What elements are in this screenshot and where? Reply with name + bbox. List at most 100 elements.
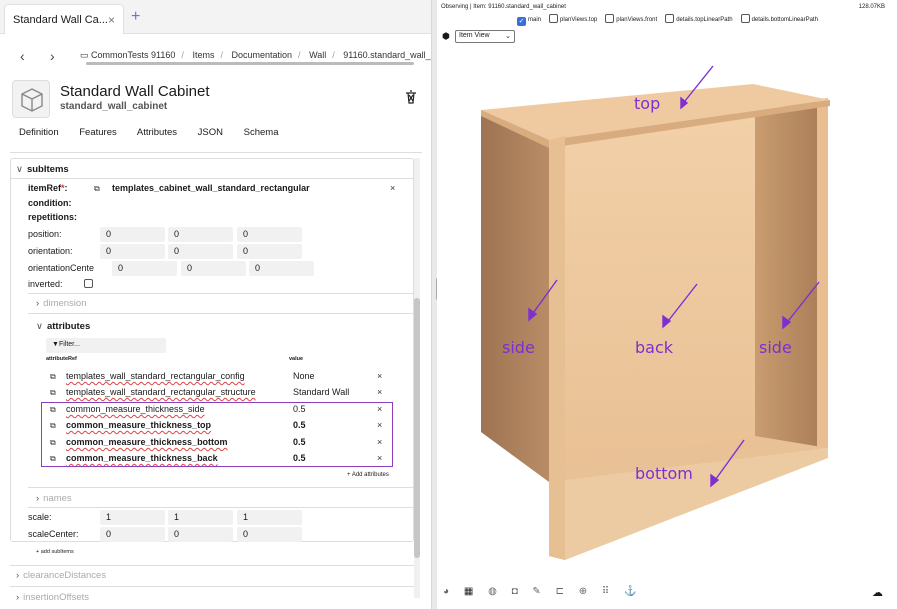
- front-edge: [549, 136, 565, 560]
- position-label: position:: [28, 229, 62, 239]
- box-icon[interactable]: ◘: [512, 586, 518, 597]
- cabinet-3d-view[interactable]: [437, 0, 897, 609]
- sub-tabs: Definition Features Attributes JSON Sche…: [19, 127, 297, 138]
- tab-close-icon[interactable]: ×: [108, 13, 115, 27]
- external-link-icon[interactable]: ⧉: [50, 372, 56, 382]
- anchor-icon[interactable]: ⚓: [624, 586, 636, 597]
- repetitions-label: repetitions:: [28, 212, 78, 222]
- scale-x-input[interactable]: 1: [100, 510, 165, 525]
- tab-standard-wall-cabinet[interactable]: Standard Wall Ca... ×: [4, 4, 124, 34]
- new-tab-button[interactable]: +: [131, 8, 140, 26]
- highlight-box: [41, 402, 393, 467]
- col-attributeref: attributeRef: [46, 356, 77, 362]
- attribute-value[interactable]: Standard Wall: [293, 387, 349, 397]
- annotation-side-left: side: [502, 338, 535, 357]
- tab-bar: Standard Wall Ca... × +: [0, 0, 431, 34]
- tab-json[interactable]: JSON: [198, 127, 223, 138]
- divider: [10, 152, 422, 153]
- breadcrumb-item[interactable]: 91160.standard_wall_c: [343, 50, 431, 60]
- crop-icon[interactable]: ⊏: [556, 586, 564, 597]
- page-title: Standard Wall Cabinet: [60, 83, 210, 100]
- attribute-name[interactable]: templates_wall_standard_rectangular_stru…: [66, 387, 256, 397]
- orientation-center-label: orientationCente: [28, 263, 95, 273]
- orientation-z-input[interactable]: 0: [237, 244, 302, 259]
- scale-z-input[interactable]: 1: [237, 510, 302, 525]
- remove-itemref-icon[interactable]: ×: [390, 183, 395, 193]
- document-icon: ▭: [80, 50, 89, 60]
- itemref-label: itemRef: [28, 183, 62, 193]
- grid-icon[interactable]: ▦: [464, 586, 473, 597]
- palette-icon[interactable]: ◕: [443, 586, 449, 597]
- orientation-center-x-input[interactable]: 0: [112, 261, 177, 276]
- inverted-label: inverted:: [28, 279, 63, 289]
- tab-attributes[interactable]: Attributes: [137, 127, 177, 138]
- editor-panel: Standard Wall Ca... × + ‹ › ▭ CommonTest…: [0, 0, 432, 609]
- add-subitems-button[interactable]: + add subItems: [36, 549, 74, 555]
- item-avatar: [12, 80, 50, 118]
- page-subtitle: standard_wall_cabinet: [60, 101, 168, 112]
- external-link-icon[interactable]: ⧉: [94, 184, 100, 194]
- target-icon[interactable]: ⊕: [579, 586, 587, 597]
- scale-center-label: scaleCenter:: [28, 529, 79, 539]
- scale-y-input[interactable]: 1: [168, 510, 233, 525]
- tab-title: Standard Wall Ca...: [13, 14, 108, 26]
- remove-attribute-icon[interactable]: ×: [377, 387, 382, 397]
- vertical-scrollbar[interactable]: [414, 158, 420, 598]
- filter-icon: ▼: [52, 341, 59, 348]
- remove-attribute-icon[interactable]: ×: [377, 371, 382, 381]
- add-attributes-button[interactable]: + Add attributes: [347, 472, 389, 478]
- dimension-section[interactable]: › dimension: [36, 298, 86, 309]
- compass-icon[interactable]: ◍: [488, 586, 497, 597]
- breadcrumb-scrollbar[interactable]: [86, 62, 414, 65]
- annotation-bottom: bottom: [635, 464, 693, 483]
- position-x-input[interactable]: 0: [100, 227, 165, 242]
- filter-input[interactable]: ▼Filter...: [46, 338, 166, 353]
- itemref-row: itemRef*:: [28, 183, 68, 193]
- breadcrumb: ▭ CommonTests 91160/ Items / Documentatio…: [80, 50, 431, 61]
- breadcrumb-item[interactable]: Wall: [309, 50, 326, 60]
- tab-features[interactable]: Features: [79, 127, 117, 138]
- scale-label: scale:: [28, 512, 52, 522]
- subitems-header[interactable]: ∨ subItems: [16, 164, 69, 175]
- orientation-y-input[interactable]: 0: [168, 244, 233, 259]
- back-icon[interactable]: ‹: [20, 48, 25, 64]
- breadcrumb-item[interactable]: Items: [192, 50, 214, 60]
- annotation-top: top: [634, 94, 661, 113]
- annotation-side-right: side: [759, 338, 792, 357]
- position-z-input[interactable]: 0: [237, 227, 302, 242]
- forward-icon[interactable]: ›: [50, 48, 55, 64]
- breadcrumb-item[interactable]: Documentation: [231, 50, 292, 60]
- position-y-input[interactable]: 0: [168, 227, 233, 242]
- cloud-download-icon[interactable]: ☁: [872, 586, 883, 599]
- scale-center-y-input[interactable]: 0: [168, 527, 233, 542]
- orientation-center-y-input[interactable]: 0: [181, 261, 246, 276]
- names-section[interactable]: › names: [36, 493, 72, 504]
- attributes-section[interactable]: ∨ attributes: [36, 321, 90, 332]
- orientation-center-z-input[interactable]: 0: [249, 261, 314, 276]
- insertion-offsets-section[interactable]: › insertionOffsets: [16, 592, 89, 603]
- back-panel: [547, 112, 755, 478]
- orientation-label: orientation:: [28, 246, 73, 256]
- attribute-value[interactable]: None: [293, 371, 315, 381]
- tab-schema[interactable]: Schema: [244, 127, 279, 138]
- col-value: value: [289, 356, 304, 362]
- cube-icon: [21, 88, 43, 112]
- breadcrumb-item[interactable]: CommonTests 91160: [91, 50, 175, 60]
- itemref-value[interactable]: templates_cabinet_wall_standard_rectangu…: [112, 183, 310, 193]
- scale-center-z-input[interactable]: 0: [237, 527, 302, 542]
- tab-definition[interactable]: Definition: [19, 127, 59, 138]
- viewer-panel: Observing | Item: 91160.standard_wall_ca…: [437, 0, 897, 609]
- inverted-checkbox[interactable]: [84, 279, 93, 288]
- brush-icon[interactable]: ✎: [532, 586, 540, 597]
- orientation-x-input[interactable]: 0: [100, 244, 165, 259]
- dots-icon[interactable]: ⠿: [602, 586, 609, 597]
- annotation-back: back: [635, 338, 674, 357]
- trash-icon[interactable]: [404, 90, 418, 107]
- attribute-name[interactable]: templates_wall_standard_rectangular_conf…: [66, 371, 245, 381]
- navigation-row: ‹ › ▭ CommonTests 91160/ Items / Document…: [0, 44, 431, 70]
- clearance-distances-section[interactable]: › clearanceDistances: [16, 570, 106, 581]
- external-link-icon[interactable]: ⧉: [50, 388, 56, 398]
- viewer-toolbar: ◕ ▦ ◍ ◘ ✎ ⊏ ⊕ ⠿ ⚓: [443, 586, 648, 597]
- left-side-panel: [481, 110, 549, 482]
- scale-center-x-input[interactable]: 0: [100, 527, 165, 542]
